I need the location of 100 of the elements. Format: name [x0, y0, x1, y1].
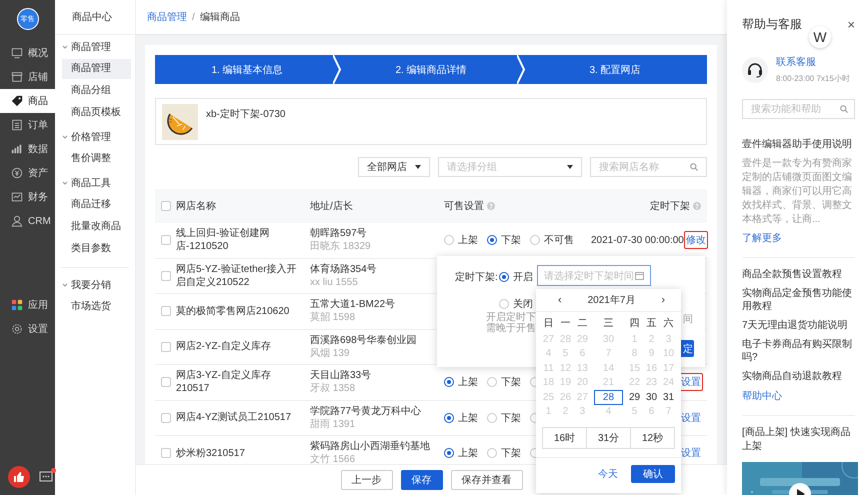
- radio-label: 下架: [501, 234, 521, 248]
- row-action-link[interactable]: 修改: [684, 231, 708, 250]
- shop-name: 线上回归-验证创建网店-1210520: [176, 227, 270, 254]
- calendar-icon: [635, 271, 644, 280]
- nav-item[interactable]: 订单: [0, 113, 55, 137]
- time-picker[interactable]: 16时: [543, 428, 587, 448]
- column-header: 网店名称: [176, 200, 216, 213]
- menu-item[interactable]: 类目参数: [62, 239, 131, 259]
- checkbox[interactable]: [161, 306, 171, 316]
- radio-label: 开启: [513, 270, 533, 284]
- radio-button[interactable]: [487, 235, 497, 246]
- menu-item[interactable]: 批量改商品: [62, 217, 131, 237]
- help-link[interactable]: 实物商品定金预售功能使用教程: [742, 287, 855, 313]
- contact-link[interactable]: 联系客服: [776, 55, 850, 69]
- help-link[interactable]: 商品全款预售设置教程: [742, 268, 855, 281]
- shop-name: 莫的极简零售网店210620: [176, 304, 290, 318]
- hint-text: 开启定时下 需晚于开售: [486, 312, 536, 334]
- weekday-label: 四: [628, 317, 641, 331]
- caret-icon: [567, 165, 573, 169]
- month-title: 2021年7月: [588, 294, 636, 307]
- help-center-link[interactable]: 帮助中心: [742, 389, 855, 403]
- menu-item[interactable]: 售价调整: [62, 149, 131, 169]
- row-action-link[interactable]: 设置: [679, 444, 703, 462]
- step-item: 1. 编辑基本信息: [155, 55, 339, 84]
- footer-button[interactable]: 上一步: [340, 470, 392, 490]
- breadcrumb-link[interactable]: 商品管理: [147, 10, 187, 24]
- footer-button[interactable]: 保存: [400, 470, 442, 490]
- menu-item[interactable]: 商品迁移: [62, 195, 131, 215]
- menu-item[interactable]: 商品管理: [62, 59, 131, 79]
- menu-item[interactable]: 商品分组: [62, 81, 131, 101]
- nav-item[interactable]: 数据: [0, 137, 55, 161]
- column-header: 定时下架: [650, 200, 690, 213]
- prev-month-button[interactable]: ‹: [558, 294, 562, 306]
- checkbox[interactable]: [161, 201, 171, 211]
- calendar-day[interactable]: 29: [626, 390, 644, 404]
- service-hours: 8:00-23:00 7x15小时: [776, 73, 850, 84]
- menu-item[interactable]: 商品页模板: [62, 103, 131, 123]
- time-picker[interactable]: 12秒: [631, 428, 674, 448]
- checkbox[interactable]: [161, 412, 171, 423]
- calendar-day[interactable]: 28: [594, 390, 624, 404]
- checkbox[interactable]: [161, 235, 171, 246]
- menu-group[interactable]: 商品管理: [55, 37, 135, 57]
- caret-icon: [62, 134, 68, 140]
- help-link[interactable]: 7天无理由退货功能说明: [742, 319, 855, 332]
- nav-item[interactable]: 资产: [0, 161, 55, 185]
- confirm-button[interactable]: 定: [681, 340, 694, 357]
- section-title: 商品中心: [55, 0, 135, 35]
- menu-group[interactable]: 我要分销: [61, 275, 129, 295]
- radio-button[interactable]: [444, 448, 454, 458]
- column-header: 地址/店长: [310, 200, 353, 213]
- menu-group[interactable]: 价格管理: [55, 127, 135, 147]
- thumbs-up-icon[interactable]: [8, 466, 30, 488]
- article-title[interactable]: 壹件编辑器助手使用说明: [742, 137, 855, 151]
- time-picker[interactable]: 31分: [587, 428, 631, 448]
- help-link[interactable]: 电子卡券商品有购买限制吗?: [742, 338, 855, 364]
- video-title: [商品上架] 快速实现商品上架: [742, 426, 852, 454]
- wallet-icon: [11, 191, 23, 203]
- checkbox[interactable]: [161, 448, 171, 458]
- radio-label: 下架: [501, 446, 521, 460]
- menu-item[interactable]: 市场选货: [62, 297, 125, 317]
- next-month-button[interactable]: ›: [661, 294, 665, 306]
- bar-chart-icon: [11, 143, 23, 155]
- shop-name: 炒米粉3210517: [176, 446, 246, 460]
- breadcrumb-current: 编辑商品: [200, 10, 240, 24]
- help-icon[interactable]: [693, 202, 701, 210]
- weekday-label: 六: [662, 316, 674, 331]
- close-button[interactable]: ×: [847, 17, 855, 32]
- help-link[interactable]: 实物商品自动退款教程: [742, 370, 855, 383]
- radio-label: 不可售: [544, 234, 574, 248]
- radio-button[interactable]: [444, 377, 454, 388]
- checkbox[interactable]: [161, 377, 171, 388]
- calendar-day[interactable]: 30: [643, 390, 660, 404]
- nav-item[interactable]: 设置: [0, 317, 55, 341]
- headset-icon: [742, 56, 768, 82]
- radio-button[interactable]: [444, 412, 454, 423]
- checkbox[interactable]: [161, 270, 171, 281]
- nav-item[interactable]: 应用: [0, 293, 55, 317]
- shop-manager: 风烟 139: [310, 346, 350, 360]
- shop-name: 网店4-YZ测试员工210517: [176, 411, 292, 424]
- calendar-day[interactable]: 31: [660, 390, 677, 404]
- floating-badge[interactable]: W: [809, 26, 831, 48]
- nav-item[interactable]: 财务: [0, 185, 55, 209]
- shop-address: 紫码路房山小西湖垂钓基地: [310, 440, 431, 454]
- nav-item[interactable]: CRM: [0, 209, 55, 233]
- footer-button[interactable]: 保存并查看: [450, 470, 522, 490]
- shop-select[interactable]: 全部网店: [358, 157, 430, 177]
- today-link[interactable]: 今天: [598, 467, 618, 481]
- help-icon[interactable]: [487, 202, 495, 210]
- row-action-link[interactable]: 设置: [679, 408, 703, 427]
- nav-item[interactable]: 概况: [0, 41, 55, 65]
- learn-more-link[interactable]: 了解更多: [742, 231, 855, 245]
- checkbox[interactable]: [161, 342, 171, 352]
- confirm-button[interactable]: 确认: [631, 465, 675, 483]
- menu-group[interactable]: 商品工具: [55, 173, 135, 193]
- hint-text: 间: [683, 313, 693, 326]
- field-label: 定时下架:: [455, 270, 498, 284]
- shop-address: 五常大道1-BM22号: [310, 298, 396, 312]
- nav-item[interactable]: 店铺: [0, 65, 55, 89]
- radio-button[interactable]: [499, 272, 509, 282]
- nav-item[interactable]: 商品: [0, 89, 55, 113]
